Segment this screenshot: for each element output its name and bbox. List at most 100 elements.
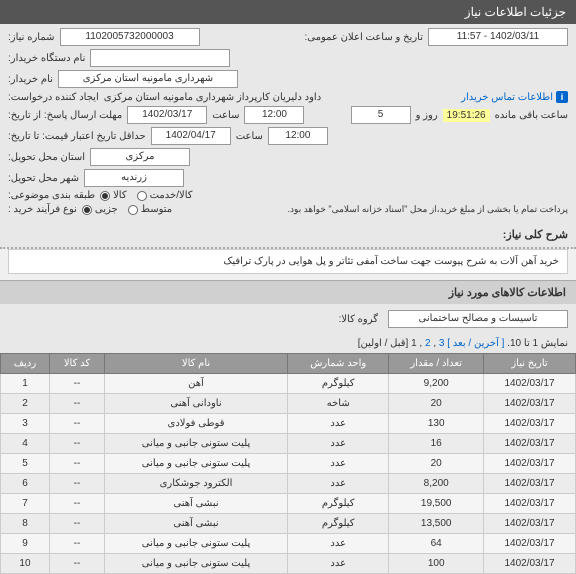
pager: نمایش 1 تا 10. [ آخرین / بعد ] 3 , 2 , 1…	[0, 334, 576, 353]
col-code[interactable]: کد کالا	[49, 354, 104, 374]
table-row[interactable]: 1402/03/1764عددپلیت ستونی جانبی و میانی-…	[1, 534, 576, 554]
need-number-label: شماره نیاز:	[8, 32, 55, 43]
items-table: تاریخ نیاز تعداد / مقدار واحد شمارش نام …	[0, 353, 576, 574]
cell-n: 7	[1, 494, 50, 514]
creator-value: داود دلیریان کارپرداز شهرداری مامونیه اس…	[104, 92, 321, 103]
cell-code: --	[49, 494, 104, 514]
table-row[interactable]: 1402/03/1716عددپلیت ستونی جانبی و میانی-…	[1, 434, 576, 454]
cell-qty: 19,500	[389, 494, 484, 514]
cell-date: 1402/03/17	[483, 474, 575, 494]
cell-qty: 20	[389, 454, 484, 474]
col-name[interactable]: نام کالا	[105, 354, 288, 374]
cell-name: پلیت ستونی جانبی و میانی	[105, 534, 288, 554]
remain-label: ساعت باقی مانده	[495, 110, 568, 121]
pager-page-3[interactable]: 3	[439, 338, 445, 349]
cell-n: 5	[1, 454, 50, 474]
cell-code: --	[49, 454, 104, 474]
cell-n: 2	[1, 394, 50, 414]
cell-date: 1402/03/17	[483, 514, 575, 534]
cell-qty: 64	[389, 534, 484, 554]
buyer-name-field: شهرداری مامونیه استان مرکزی	[58, 70, 238, 88]
buyer-contact-link[interactable]: i اطلاعات تماس خریدار	[461, 91, 568, 103]
province-field: مرکزی	[90, 148, 190, 166]
cell-code: --	[49, 514, 104, 534]
cell-qty: 130	[389, 414, 484, 434]
deadline-date-field: 1402/03/17	[127, 106, 207, 124]
category-goods-radio[interactable]: کالا	[100, 190, 127, 201]
cell-code: --	[49, 414, 104, 434]
info-icon: i	[556, 91, 568, 103]
goods-group-row: تاسیسات و مصالح ساختمانی گروه کالا:	[0, 304, 576, 334]
cell-name: نبشی آهنی	[105, 514, 288, 534]
cell-date: 1402/03/17	[483, 394, 575, 414]
cell-qty: 13,500	[389, 514, 484, 534]
category-service-radio[interactable]: کالا/خدمت	[137, 190, 193, 201]
table-row[interactable]: 1402/03/1720عددپلیت ستونی جانبی و میانی-…	[1, 454, 576, 474]
category-label: طبقه بندی موضوعی:	[8, 190, 95, 201]
process-small-radio[interactable]: جزیی	[82, 204, 118, 215]
cell-unit: کیلوگرم	[288, 374, 389, 394]
time-label-1: ساعت	[212, 110, 239, 121]
col-date[interactable]: تاریخ نیاز	[483, 354, 575, 374]
radio-icon	[137, 191, 147, 201]
days-remaining-field: 5	[351, 106, 411, 124]
validity-time-field: 12:00	[268, 127, 328, 145]
cell-code: --	[49, 434, 104, 454]
cell-name: پلیت ستونی جانبی و میانی	[105, 434, 288, 454]
cell-name: الکترود جوشکاری	[105, 474, 288, 494]
pager-text: نمایش 1 تا 10.	[507, 338, 568, 349]
cell-code: --	[49, 534, 104, 554]
col-qty[interactable]: تعداد / مقدار	[389, 354, 484, 374]
pager-last-link[interactable]: [ آخرین	[474, 338, 504, 349]
proc-note: پرداخت تمام یا بخشی از مبلغ خرید،از محل …	[288, 204, 568, 215]
table-row[interactable]: 1402/03/17130عددقوطی فولادی--3	[1, 414, 576, 434]
cell-code: --	[49, 474, 104, 494]
radio-icon	[100, 191, 110, 201]
public-datetime-field: 1402/03/11 - 11:57	[428, 28, 568, 46]
col-row[interactable]: ردیف	[1, 354, 50, 374]
process-medium-radio[interactable]: متوسط	[128, 204, 172, 215]
buyer-name-label: نام خریدار:	[8, 74, 53, 85]
cell-qty: 9,200	[389, 374, 484, 394]
cell-unit: کیلوگرم	[288, 494, 389, 514]
pager-page-2[interactable]: 2	[425, 338, 431, 349]
deadline-time-field: 12:00	[244, 106, 304, 124]
cell-qty: 16	[389, 434, 484, 454]
cell-code: --	[49, 394, 104, 414]
process-label: نوع فرآیند خرید :	[8, 204, 77, 215]
deadline-label: مهلت ارسال پاسخ: از تاریخ:	[8, 110, 122, 121]
table-row[interactable]: 1402/03/179,200کیلوگرمآهن--1	[1, 374, 576, 394]
cell-qty: 8,200	[389, 474, 484, 494]
province-label: استان محل تحویل:	[8, 152, 85, 163]
process-radio-group: متوسط جزیی	[82, 204, 172, 215]
public-datetime-label: تاریخ و ساعت اعلان عمومی:	[305, 32, 424, 43]
need-number-field: 1102005732000003	[60, 28, 200, 46]
cell-name: پلیت ستونی جانبی و میانی	[105, 454, 288, 474]
goods-group-field: تاسیسات و مصالح ساختمانی	[388, 310, 568, 328]
cell-name: آهن	[105, 374, 288, 394]
time-label-2: ساعت	[236, 131, 263, 142]
buyer-unit-label: نام دستگاه خریدار:	[8, 53, 85, 64]
pager-first: [قبل / اولین]	[358, 338, 409, 349]
cell-name: قوطی فولادی	[105, 414, 288, 434]
cell-unit: کیلوگرم	[288, 514, 389, 534]
radio-icon	[82, 205, 92, 215]
cell-n: 8	[1, 514, 50, 534]
pager-next-link[interactable]: / بعد ]	[447, 338, 471, 349]
cell-unit: عدد	[288, 534, 389, 554]
form-area: 1402/03/11 - 11:57 تاریخ و ساعت اعلان عم…	[0, 24, 576, 222]
cell-unit: عدد	[288, 454, 389, 474]
cell-n: 6	[1, 474, 50, 494]
cell-n: 4	[1, 434, 50, 454]
table-row[interactable]: 1402/03/1713,500کیلوگرمنبشی آهنی--8	[1, 514, 576, 534]
cell-date: 1402/03/17	[483, 374, 575, 394]
table-row[interactable]: 1402/03/178,200عددالکترود جوشکاری--6	[1, 474, 576, 494]
cell-unit: شاخه	[288, 394, 389, 414]
pager-page-1: 1	[411, 338, 417, 349]
page-title: جزئیات اطلاعات نیاز	[465, 5, 566, 19]
cell-date: 1402/03/17	[483, 534, 575, 554]
buyer-unit-field	[90, 49, 230, 67]
table-row[interactable]: 1402/03/1719,500کیلوگرمنبشی آهنی--7	[1, 494, 576, 514]
col-unit[interactable]: واحد شمارش	[288, 354, 389, 374]
table-row[interactable]: 1402/03/1720شاخهناودانی آهنی--2	[1, 394, 576, 414]
